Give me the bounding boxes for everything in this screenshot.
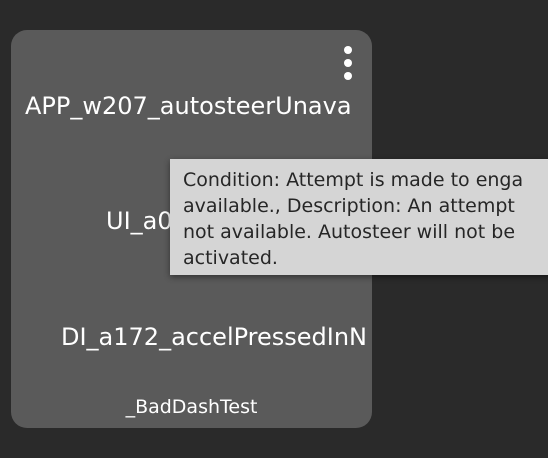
card-footer-label: _BadDashTest xyxy=(125,396,258,418)
condition-tooltip: Condition: Attempt is made to enga avail… xyxy=(170,159,548,275)
di-signal-label: DI_a172_accelPressedInN xyxy=(61,323,368,351)
tooltip-text: Condition: Attempt is made to enga avail… xyxy=(183,169,524,269)
menu-dot xyxy=(344,72,352,80)
menu-dot xyxy=(344,59,352,67)
more-vertical-icon[interactable] xyxy=(342,46,354,80)
ui-signal-label: UI_a0 xyxy=(106,207,173,235)
menu-dot xyxy=(344,46,352,54)
alert-signal-title: APP_w207_autosteerUnava xyxy=(25,92,352,120)
dashboard-canvas: APP_w207_autosteerUnava UI_a0 DI_a172_ac… xyxy=(0,0,548,458)
